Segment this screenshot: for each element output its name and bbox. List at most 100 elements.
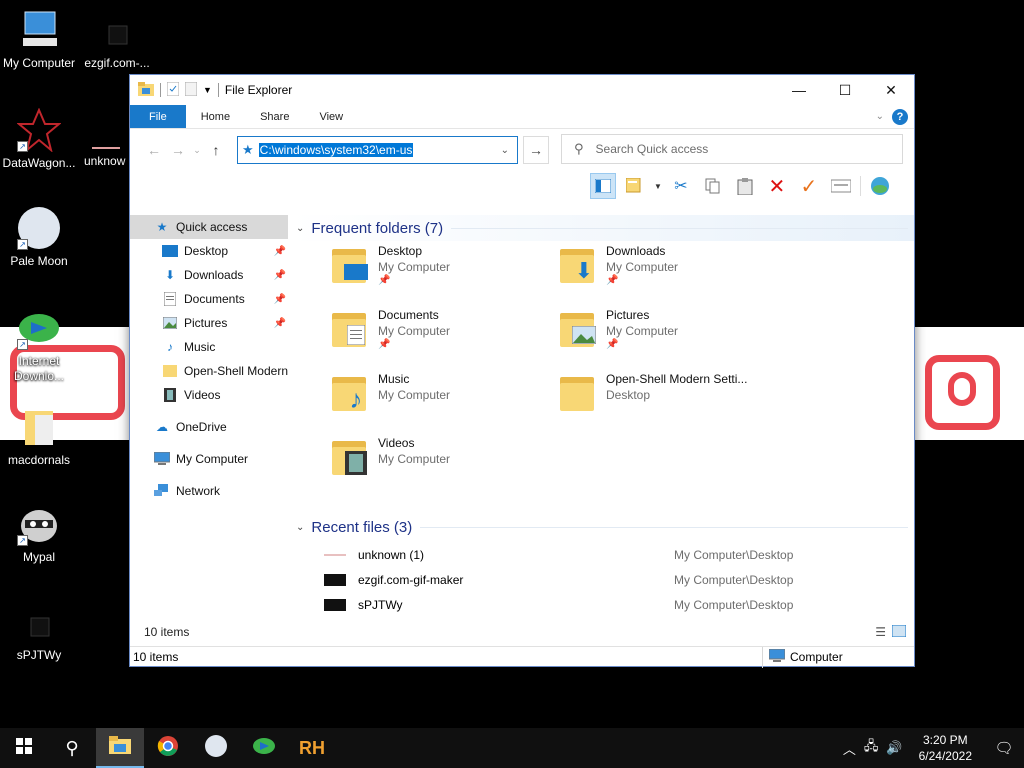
taskbar-file-explorer[interactable] [96,728,144,768]
sidebar-item-documents[interactable]: Documents 📌 [130,287,288,311]
search-input[interactable]: ⚲ Search Quick access [561,134,903,164]
desktop-icon-spjtwy[interactable]: sPJTWy [0,612,78,663]
desktop-icon-internet-download-manager[interactable]: ↗ Internet Downlo... [0,306,78,384]
sidebar-item-label: Quick access [176,220,248,234]
views-dropdown-chevron-icon[interactable]: ▼ [654,182,662,191]
maximize-button[interactable]: ☐ [822,75,868,105]
folder-tile-desktop[interactable]: Desktop My Computer 📌 [330,243,550,303]
delete-icon[interactable]: ✕ [764,173,790,199]
search-button[interactable]: ⚲ [48,728,96,768]
taskbar-pale-moon[interactable] [192,728,240,768]
windows-logo-icon [16,737,32,759]
computer-icon [17,8,61,52]
divider [420,526,908,528]
desktop-icon-my-computer[interactable]: My Computer [0,8,78,71]
sidebar-item-quick-access[interactable]: ★ Quick access [130,215,288,239]
navigation-pane-icon[interactable] [590,173,616,199]
notification-center-icon[interactable]: 🗨 [984,739,1024,757]
go-arrow-icon[interactable]: → [523,136,549,164]
copy-icon[interactable] [700,173,726,199]
address-path[interactable]: C:\windows\system32\em-us [258,143,414,157]
details-view-icon[interactable]: ☰ [875,625,886,640]
desktop-icon-ezgif[interactable]: ezgif.com-... [78,20,156,71]
folder-tile-open-shell-modern-settings[interactable]: Open-Shell Modern Setti... Desktop [558,371,778,431]
up-arrow-icon[interactable]: ↑ [204,142,228,158]
download-icon: ⬇ [574,258,594,283]
taskbar-rh[interactable]: RH [288,728,336,768]
sidebar-item-pictures[interactable]: Pictures 📌 [130,311,288,335]
music-icon: ♪ [167,340,173,354]
sidebar-item-onedrive[interactable]: ☁ OneDrive [130,415,288,439]
divider [451,227,908,229]
desktop-icon-unknown[interactable]: unknow [78,140,128,169]
desktop-icon-macdornals[interactable]: macdornals [0,405,78,468]
network-globe-icon[interactable] [867,173,893,199]
clock[interactable]: 3:20 PM 6/24/2022 [907,732,984,764]
pictures-icon [572,325,596,345]
volume-icon[interactable]: 🔊 [882,740,906,756]
paste-icon[interactable] [732,173,758,199]
recent-locations-chevron-icon[interactable]: ⌄ [190,145,204,156]
details-pane-icon[interactable] [622,173,648,199]
desktop-icon-datawagon[interactable]: ↗ DataWagon... [0,107,78,171]
cut-icon[interactable]: ✂ [668,173,694,199]
documents-icon [162,292,178,306]
tab-share[interactable]: Share [245,105,304,128]
folder-name: Documents [378,308,439,322]
folder-tile-pictures[interactable]: Pictures My Computer 📌 [558,307,778,367]
title-bar[interactable]: ▼ File Explorer — ☐ ✕ [130,75,914,105]
customize-chevron-down-icon[interactable]: ▼ [203,85,212,95]
recent-files-header[interactable]: ⌄ Recent files (3) [290,514,914,540]
tab-home[interactable]: Home [186,105,245,128]
close-button[interactable]: ✕ [868,75,914,105]
show-hidden-icons-chevron-icon[interactable]: ︿ [839,739,860,758]
folder-tile-downloads[interactable]: ⬇ Downloads My Computer 📌 [558,243,778,303]
network-tray-icon[interactable]: 🖧 [860,737,883,759]
datawagon-icon: ↗ [16,107,62,153]
forward-arrow-icon[interactable]: → [166,142,190,158]
taskbar-chrome[interactable] [144,728,192,768]
folder-tile-documents[interactable]: Documents My Computer 📌 [330,307,550,367]
address-dropdown-chevron-icon[interactable]: ⌄ [501,145,509,156]
properties-icon[interactable] [166,81,180,99]
sidebar-item-open-shell-modern[interactable]: Open-Shell Modern [130,359,288,383]
recent-files-heading: Recent files (3) [311,518,413,536]
desktop-icon-mypal[interactable]: ↗ Mypal [0,502,78,565]
taskbar-internet-download-manager[interactable] [240,728,288,768]
back-arrow-icon[interactable]: ← [142,142,166,158]
recent-file-row[interactable]: ezgif.com-gif-maker My Computer\Desktop [324,569,904,591]
sidebar-item-my-computer[interactable]: My Computer [130,447,288,471]
pin-icon: 📌 [273,293,286,305]
sidebar-item-network[interactable]: Network [130,479,288,503]
sidebar-item-videos[interactable]: Videos [130,383,288,407]
expand-ribbon-chevron-icon[interactable]: ⌄ [876,111,884,122]
folder-location: My Computer [378,260,451,274]
minimize-button[interactable]: — [776,75,822,105]
recent-file-row[interactable]: unknown (1) My Computer\Desktop [324,544,904,566]
videos-icon [344,451,368,475]
large-icons-view-icon[interactable] [891,624,907,640]
start-button[interactable] [0,728,48,768]
recent-file-row[interactable]: sPJTWy My Computer\Desktop [324,594,904,616]
help-icon[interactable]: ? [892,108,908,125]
onedrive-icon: ☁ [156,420,168,434]
desktop-icon-pale-moon[interactable]: ↗ Pale Moon [0,206,78,269]
rename-check-icon[interactable]: ✓ [796,173,822,199]
tab-file[interactable]: File [130,105,186,128]
sidebar-item-downloads[interactable]: ⬇ Downloads 📌 [130,263,288,287]
status-location: Computer [762,646,914,668]
tab-view[interactable]: View [304,105,358,128]
folder-tile-music[interactable]: ♪ Music My Computer [330,371,550,431]
properties-card-icon[interactable] [828,173,854,199]
sidebar-item-music[interactable]: ♪ Music [130,335,288,359]
folder-location: My Computer [378,324,451,338]
network-icon [154,484,170,498]
sidebar-item-label: OneDrive [176,420,227,434]
separator [217,83,219,97]
new-folder-icon[interactable] [184,81,198,99]
folder-tile-videos[interactable]: Videos My Computer [330,435,550,495]
frequent-folders-header[interactable]: ⌄ Frequent folders (7) [290,215,914,241]
sidebar-item-desktop[interactable]: Desktop 📌 [130,239,288,263]
clock-date: 6/24/2022 [918,749,972,763]
address-bar[interactable]: ★ C:\windows\system32\em-us ⌄ [237,136,518,164]
